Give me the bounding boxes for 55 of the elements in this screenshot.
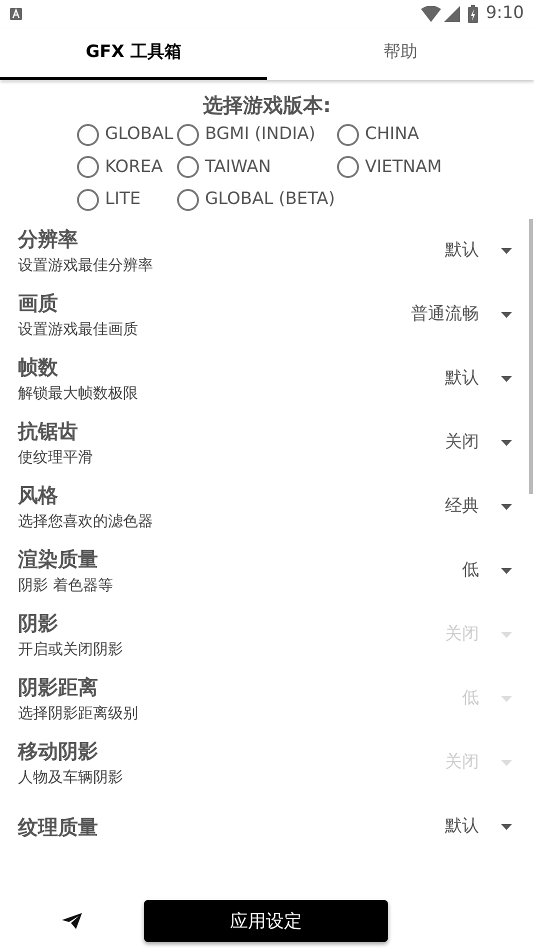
setting-title: 移动阴影 (18, 738, 99, 766)
dropdown-select[interactable]: 低 (462, 558, 512, 584)
radio-option[interactable]: VIETNAM (337, 154, 457, 180)
dropdown-select[interactable]: 默认 (445, 366, 512, 392)
caret-icon (501, 248, 512, 254)
caret-icon (501, 568, 512, 574)
scrollbar[interactable] (529, 218, 533, 494)
setting-description: 阴影 着色器等 (18, 575, 114, 596)
signal-icon (444, 6, 460, 22)
caret-icon (501, 760, 512, 766)
setting-description: 使纹理平滑 (18, 447, 94, 468)
caret-icon (501, 824, 512, 830)
setting-description: 开启或关闭阴影 (18, 639, 124, 660)
setting-title: 帧数 (18, 354, 59, 382)
wifi-icon (420, 6, 441, 22)
setting-title: 渲染质量 (18, 546, 99, 574)
radio-option[interactable]: KOREA (77, 154, 177, 180)
paper-plane-icon[interactable] (62, 913, 82, 929)
caret-icon (501, 632, 512, 638)
setting-description: 人物及车辆阴影 (18, 767, 124, 788)
radio-option[interactable]: GLOBAL (BETA) (177, 187, 337, 212)
setting-title: 阴影 (18, 610, 59, 638)
radio-option[interactable]: TAIWAN (177, 154, 337, 180)
status-time: 9:10 (486, 2, 524, 26)
dropdown-select[interactable]: 经典 (445, 494, 512, 520)
caret-icon (501, 696, 512, 702)
caret-icon (501, 312, 512, 318)
setting-title: 分辨率 (18, 226, 79, 254)
setting-title: 阴影距离 (18, 674, 99, 702)
dropdown-select[interactable]: 默认 (445, 814, 512, 840)
setting-description: 选择您喜欢的滤色器 (18, 511, 154, 532)
dropdown-select[interactable]: 普通流畅 (411, 302, 512, 328)
tab[interactable]: 帮助 (267, 28, 534, 80)
dropdown-select[interactable]: 关闭 (445, 430, 512, 456)
setting-title: 风格 (18, 482, 59, 510)
setting-description: 设置游戏最佳分辨率 (18, 255, 154, 276)
radio-option[interactable]: LITE (77, 187, 177, 212)
radio-option[interactable]: GLOBAL (77, 122, 177, 148)
caret-icon (501, 504, 512, 510)
keyboard-notification-icon (10, 8, 22, 20)
setting-title: 抗锯齿 (18, 418, 79, 446)
setting-description: 设置游戏最佳画质 (18, 319, 139, 340)
setting-description: 选择阴影距离级别 (18, 703, 139, 724)
setting-description: 解锁最大帧数极限 (18, 383, 139, 404)
dropdown-select[interactable]: 默认 (445, 238, 512, 264)
apply-button[interactable]: 应用设定 (144, 900, 388, 942)
tab[interactable]: GFX 工具箱 (0, 28, 267, 80)
section-heading: 选择游戏版本: (202, 92, 332, 119)
setting-title: 画质 (18, 290, 59, 318)
caret-icon (501, 376, 512, 382)
caret-icon (501, 440, 512, 446)
radio-option[interactable]: BGMI (INDIA) (177, 122, 337, 148)
setting-title: 纹理质量 (18, 814, 99, 840)
battery-icon (468, 5, 478, 23)
radio-option[interactable]: CHINA (337, 122, 457, 148)
